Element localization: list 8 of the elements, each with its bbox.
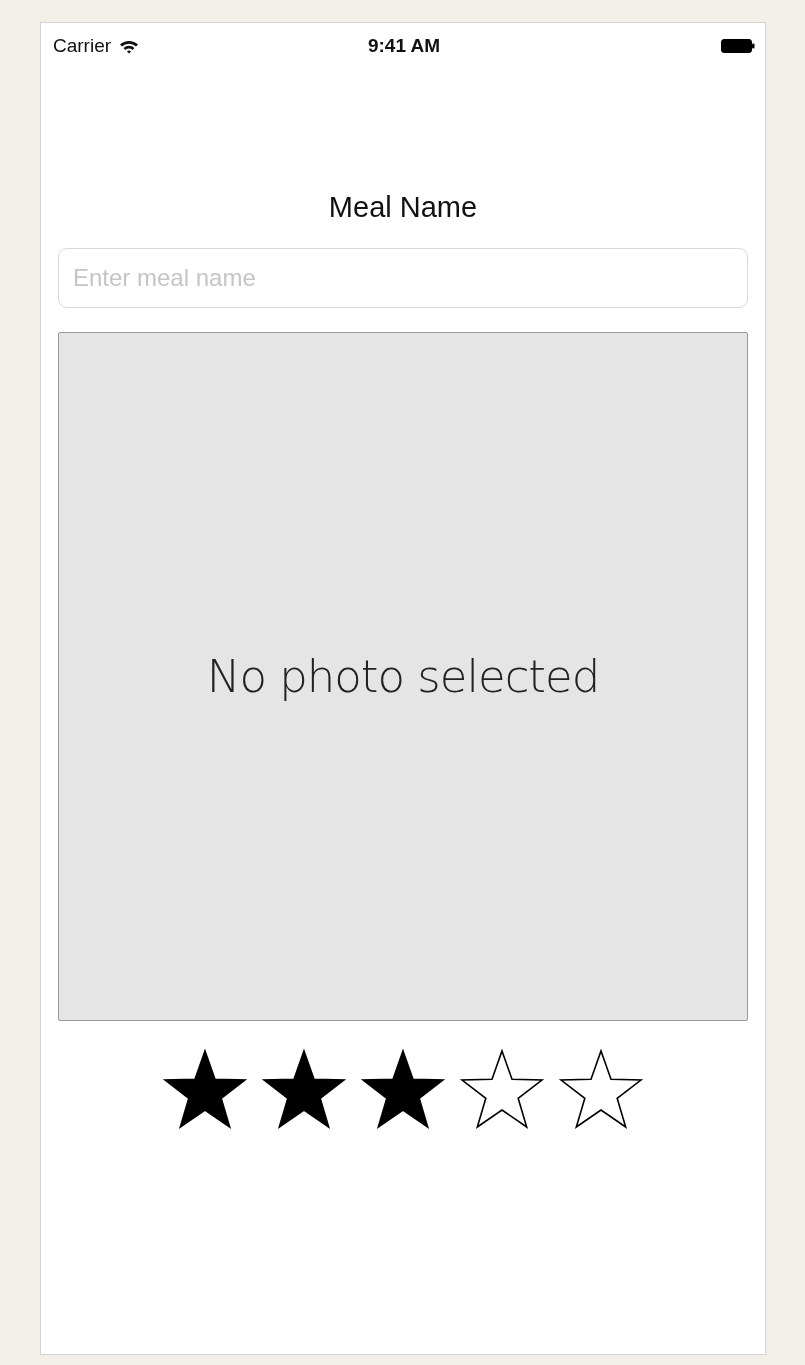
wifi-icon [119,38,140,54]
battery-icon [721,38,755,54]
status-time: 9:41 AM [367,35,441,57]
no-photo-label: No photo selected [206,650,600,703]
carrier-name: Carrier [53,35,112,57]
meal-name-field[interactable]: Enter meal name [58,248,748,308]
meal-name-title: Meal Name [328,191,478,224]
photo-placeholder[interactable]: No photo selected [58,332,748,1021]
